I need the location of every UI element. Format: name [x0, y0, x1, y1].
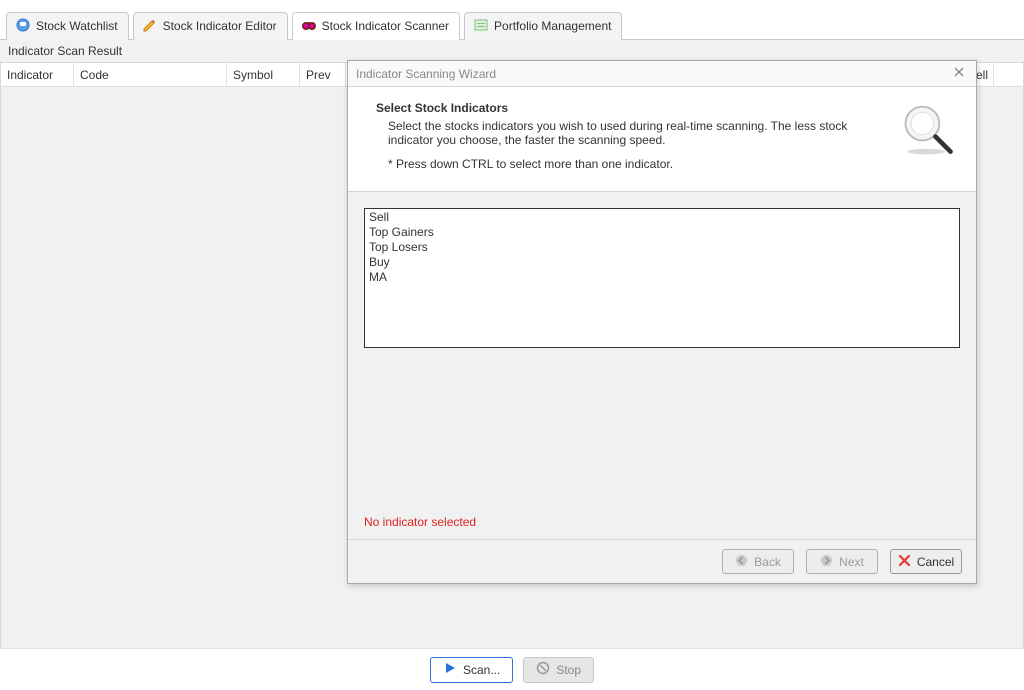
magnifier-icon [898, 101, 958, 161]
col-prev[interactable]: Prev [300, 63, 346, 86]
tab-stock-indicator-scanner[interactable]: Stock Indicator Scanner [292, 12, 460, 40]
dialog-titlebar: Indicator Scanning Wizard [348, 61, 976, 87]
list-item[interactable]: Top Gainers [367, 225, 957, 240]
col-indicator[interactable]: Indicator [1, 63, 74, 86]
button-label: Cancel [917, 555, 954, 569]
bottom-action-bar: Scan... Stop [0, 648, 1024, 690]
tab-label: Stock Indicator Editor [163, 19, 277, 33]
stop-icon [536, 661, 550, 678]
watchlist-icon [15, 17, 31, 36]
tab-stock-indicator-editor[interactable]: Stock Indicator Editor [133, 12, 288, 40]
play-icon [443, 661, 457, 678]
dialog-heading: Select Stock Indicators [376, 101, 888, 115]
tab-label: Portfolio Management [494, 19, 611, 33]
tab-portfolio-management[interactable]: Portfolio Management [464, 12, 622, 40]
close-icon[interactable] [950, 63, 968, 84]
back-arrow-icon [735, 554, 748, 570]
button-label: Scan... [463, 663, 500, 677]
col-code[interactable]: Code [74, 63, 227, 86]
pencil-icon [142, 17, 158, 36]
dialog-body: Sell Top Gainers Top Losers Buy MA No in… [348, 192, 976, 539]
tab-label: Stock Indicator Scanner [322, 19, 449, 33]
list-item[interactable]: Sell [367, 210, 957, 225]
tab-label: Stock Watchlist [36, 19, 118, 33]
scan-button[interactable]: Scan... [430, 657, 513, 683]
indicator-scanning-wizard-dialog: Indicator Scanning Wizard Select Stock I… [347, 60, 977, 584]
button-label: Next [839, 555, 864, 569]
binoculars-icon [301, 16, 317, 35]
dialog-header: Select Stock Indicators Select the stock… [348, 87, 976, 192]
button-label: Stop [556, 663, 581, 677]
portfolio-icon [473, 17, 489, 36]
back-button: Back [722, 549, 794, 574]
next-button: Next [806, 549, 878, 574]
button-label: Back [754, 555, 781, 569]
main-tabbar: Stock Watchlist Stock Indicator Editor S… [0, 0, 1024, 40]
dialog-hint: * Press down CTRL to select more than on… [376, 157, 888, 171]
dialog-description: Select the stocks indicators you wish to… [376, 119, 856, 147]
col-symbol[interactable]: Symbol [227, 63, 300, 86]
dialog-footer: Back Next Cancel [348, 539, 976, 583]
list-item[interactable]: Buy [367, 255, 957, 270]
next-arrow-icon [820, 554, 833, 570]
dialog-title-text: Indicator Scanning Wizard [356, 67, 496, 81]
stop-button: Stop [523, 657, 594, 683]
status-message: No indicator selected [364, 513, 960, 535]
indicator-listbox[interactable]: Sell Top Gainers Top Losers Buy MA [364, 208, 960, 348]
list-item[interactable]: Top Losers [367, 240, 957, 255]
list-item[interactable]: MA [367, 270, 957, 285]
tab-stock-watchlist[interactable]: Stock Watchlist [6, 12, 129, 40]
cancel-icon [898, 554, 911, 570]
cancel-button[interactable]: Cancel [890, 549, 962, 574]
